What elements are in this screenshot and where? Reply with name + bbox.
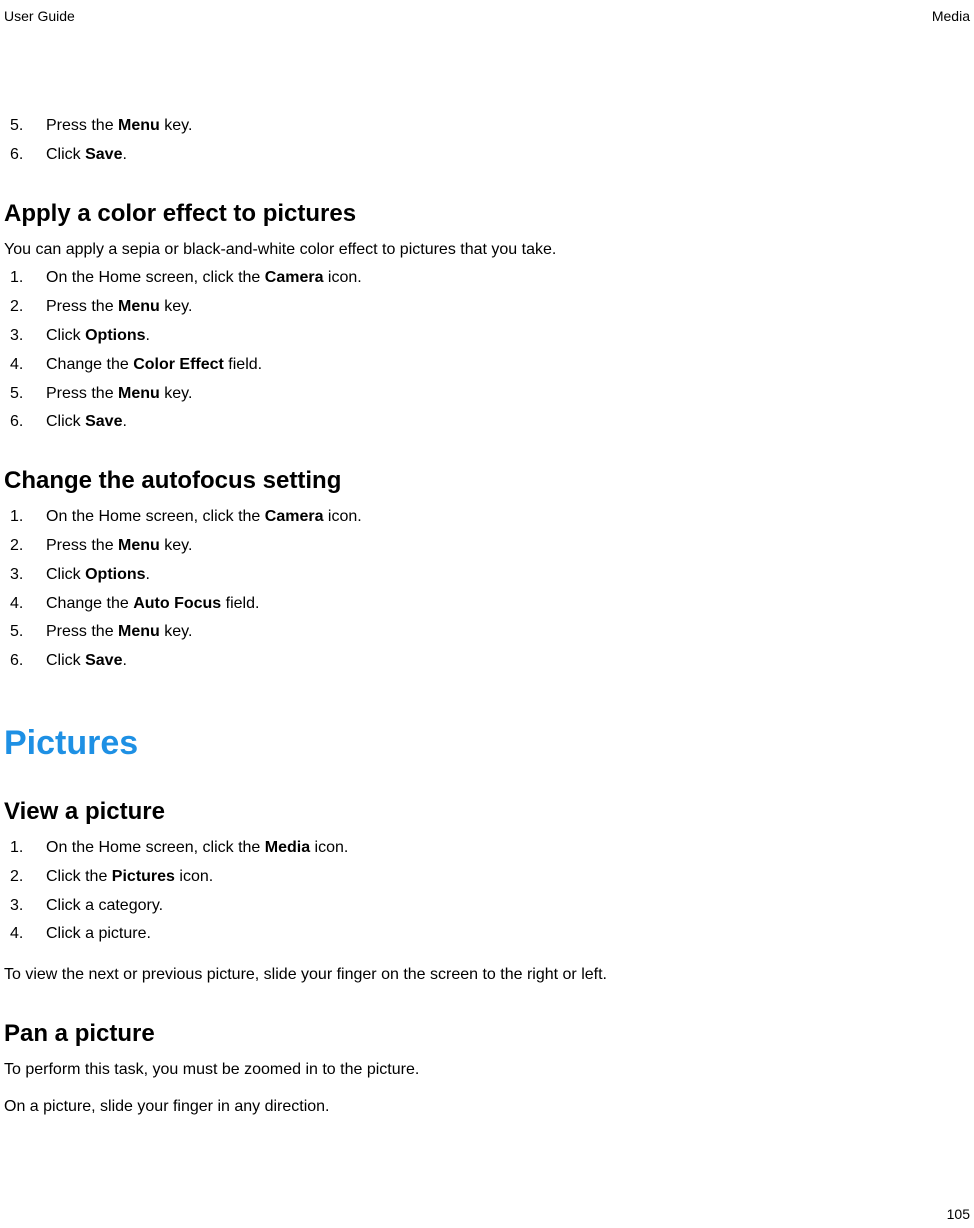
step-number: 1. bbox=[4, 266, 46, 291]
page-number: 105 bbox=[947, 1206, 970, 1222]
step-item: 3.Click a category. bbox=[4, 894, 966, 919]
steps-list: 1.On the Home screen, click the Camera i… bbox=[4, 266, 966, 435]
step-number: 4. bbox=[4, 353, 46, 378]
step-item: 4.Change the Auto Focus field. bbox=[4, 592, 966, 617]
page: User Guide Media 5.Press the Menu key.6.… bbox=[0, 0, 974, 1228]
step-number: 5. bbox=[4, 114, 46, 139]
step-text: Click Options. bbox=[46, 324, 150, 349]
step-text: On the Home screen, click the Camera ico… bbox=[46, 505, 362, 530]
header-left: User Guide bbox=[4, 8, 75, 24]
step-text: Press the Menu key. bbox=[46, 114, 192, 139]
step-number: 6. bbox=[4, 649, 46, 674]
section-intro: To perform this task, you must be zoomed… bbox=[4, 1058, 966, 1083]
header-right: Media bbox=[932, 8, 970, 24]
step-number: 3. bbox=[4, 324, 46, 349]
section-heading: View a picture bbox=[4, 798, 966, 826]
section-note: On a picture, slide your finger in any d… bbox=[4, 1095, 966, 1120]
step-number: 5. bbox=[4, 382, 46, 407]
step-number: 6. bbox=[4, 143, 46, 168]
step-number: 2. bbox=[4, 295, 46, 320]
step-number: 1. bbox=[4, 836, 46, 861]
step-item: 4.Click a picture. bbox=[4, 922, 966, 947]
section-heading: Pan a picture bbox=[4, 1020, 966, 1048]
leading-steps-list: 5.Press the Menu key.6.Click Save. bbox=[4, 114, 966, 168]
step-text: Click a picture. bbox=[46, 922, 151, 947]
step-number: 2. bbox=[4, 865, 46, 890]
step-item: 2.Press the Menu key. bbox=[4, 534, 966, 559]
step-number: 2. bbox=[4, 534, 46, 559]
page-content: 5.Press the Menu key.6.Click Save. Apply… bbox=[0, 0, 974, 1164]
step-number: 6. bbox=[4, 410, 46, 435]
step-item: 3.Click Options. bbox=[4, 324, 966, 349]
step-text: Click the Pictures icon. bbox=[46, 865, 213, 890]
step-text: Press the Menu key. bbox=[46, 534, 192, 559]
step-item: 2.Click the Pictures icon. bbox=[4, 865, 966, 890]
step-text: Change the Auto Focus field. bbox=[46, 592, 259, 617]
steps-list: 1.On the Home screen, click the Media ic… bbox=[4, 836, 966, 947]
step-text: Change the Color Effect field. bbox=[46, 353, 262, 378]
step-number: 5. bbox=[4, 620, 46, 645]
step-item: 5.Press the Menu key. bbox=[4, 620, 966, 645]
step-item: 1.On the Home screen, click the Camera i… bbox=[4, 266, 966, 291]
step-text: Click a category. bbox=[46, 894, 163, 919]
step-number: 4. bbox=[4, 922, 46, 947]
step-item: 2.Press the Menu key. bbox=[4, 295, 966, 320]
step-text: On the Home screen, click the Camera ico… bbox=[46, 266, 362, 291]
step-item: 1.On the Home screen, click the Camera i… bbox=[4, 505, 966, 530]
step-text: Click Save. bbox=[46, 410, 127, 435]
step-item: 4.Change the Color Effect field. bbox=[4, 353, 966, 378]
section-note: To view the next or previous picture, sl… bbox=[4, 963, 966, 988]
step-number: 3. bbox=[4, 894, 46, 919]
section-heading: Apply a color effect to pictures bbox=[4, 200, 966, 228]
step-number: 1. bbox=[4, 505, 46, 530]
step-text: On the Home screen, click the Media icon… bbox=[46, 836, 348, 861]
chapter-heading: Pictures bbox=[4, 724, 966, 763]
step-text: Press the Menu key. bbox=[46, 295, 192, 320]
step-text: Press the Menu key. bbox=[46, 382, 192, 407]
step-text: Click Options. bbox=[46, 563, 150, 588]
step-item: 1.On the Home screen, click the Media ic… bbox=[4, 836, 966, 861]
section-heading: Change the autofocus setting bbox=[4, 467, 966, 495]
step-item: 6.Click Save. bbox=[4, 649, 966, 674]
step-number: 4. bbox=[4, 592, 46, 617]
step-item: 3.Click Options. bbox=[4, 563, 966, 588]
step-number: 3. bbox=[4, 563, 46, 588]
step-text: Click Save. bbox=[46, 649, 127, 674]
step-item: 5.Press the Menu key. bbox=[4, 382, 966, 407]
section-intro: You can apply a sepia or black-and-white… bbox=[4, 238, 966, 263]
step-text: Press the Menu key. bbox=[46, 620, 192, 645]
step-item: 6.Click Save. bbox=[4, 410, 966, 435]
step-text: Click Save. bbox=[46, 143, 127, 168]
steps-list: 1.On the Home screen, click the Camera i… bbox=[4, 505, 966, 674]
step-item: 6.Click Save. bbox=[4, 143, 966, 168]
step-item: 5.Press the Menu key. bbox=[4, 114, 966, 139]
